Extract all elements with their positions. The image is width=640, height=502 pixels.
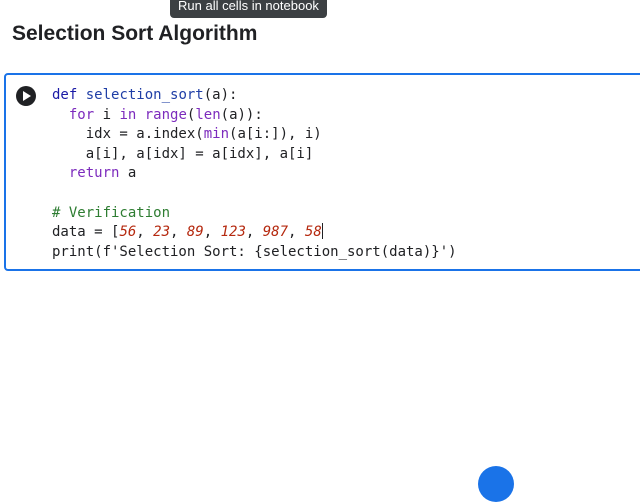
num-0: 56 <box>119 224 137 241</box>
floating-action-button[interactable] <box>478 466 514 502</box>
code-line-5: return a <box>52 164 457 184</box>
code-line-2: for i in range(len(a)): <box>52 106 457 126</box>
num-4: 987 <box>262 224 289 241</box>
num-2: 89 <box>186 224 204 241</box>
builtin-min: min <box>203 126 230 143</box>
fn-name: selection_sort <box>85 87 204 103</box>
num-1: 23 <box>153 224 171 241</box>
code-editor[interactable]: def selection_sort(a): for i in range(le… <box>52 86 457 262</box>
kw-def: def <box>52 87 78 103</box>
kw-for: for <box>68 106 95 123</box>
page-title: Selection Sort Algorithm <box>12 22 258 45</box>
code-line-1: def selection_sort(a): <box>52 86 457 106</box>
kw-return: return <box>68 165 120 182</box>
code-line-7: # Verification <box>52 204 171 221</box>
code-line-3: idx = a.index(min(a[i:]), i) <box>52 125 457 145</box>
kw-in: in <box>119 106 137 123</box>
code-cell[interactable]: def selection_sort(a): for i in range(le… <box>4 73 640 271</box>
code-text: (a[i:]), i) <box>229 126 322 143</box>
num-3: 123 <box>220 224 246 241</box>
code-text: (a)): <box>220 106 263 123</box>
code-line-8: data = [56, 23, 89, 123, 987, 58 <box>52 223 323 241</box>
run-cell-button[interactable] <box>16 86 36 106</box>
run-all-tooltip: Run all cells in notebook <box>170 0 327 18</box>
code-text: idx = a.index( <box>52 126 204 143</box>
builtin-len: len <box>195 106 221 123</box>
num-5: 58 <box>304 224 322 241</box>
code-text: (a): <box>203 87 238 103</box>
code-text: i <box>94 106 120 123</box>
text-cursor <box>321 223 323 240</box>
code-line-4: a[i], a[idx] = a[idx], a[i] <box>52 145 314 162</box>
code-text: a <box>119 165 137 182</box>
code-text: data = [ <box>52 224 120 241</box>
code-line-9: print(f'Selection Sort: {selection_sort(… <box>52 243 457 260</box>
builtin-range: range <box>144 106 187 123</box>
